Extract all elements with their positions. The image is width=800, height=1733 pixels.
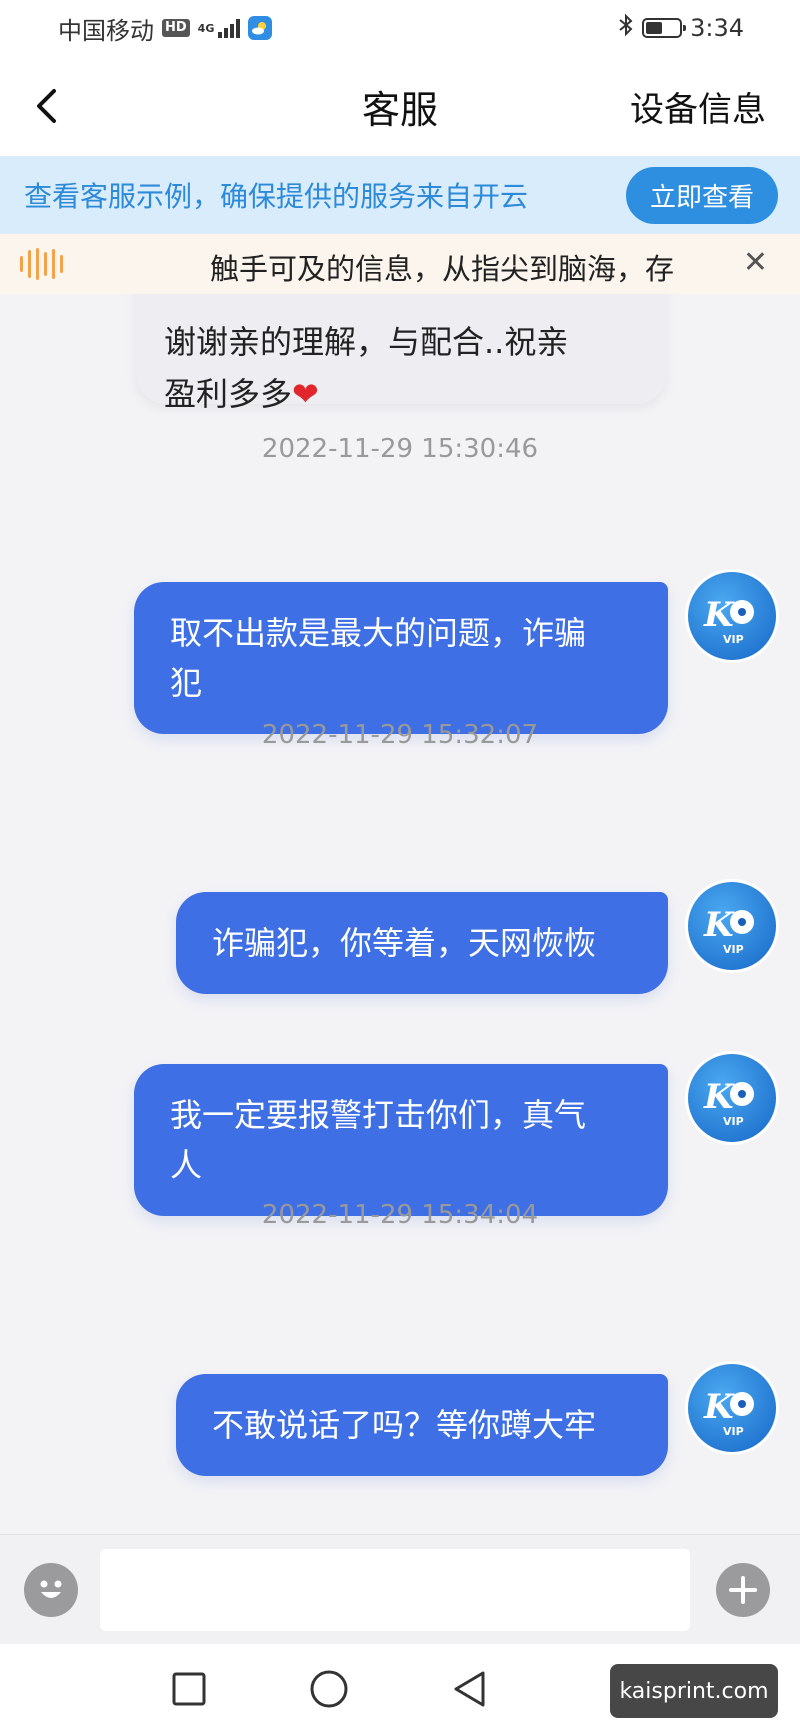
svg-text:VIP: VIP: [723, 943, 744, 956]
svg-text:K: K: [703, 1077, 735, 1117]
watermark: kaisprint.com: [610, 1664, 778, 1718]
back-button[interactable]: [24, 84, 68, 128]
header: 客服 设备信息: [0, 56, 800, 156]
outgoing-message: 不敢说话了吗？等你蹲大牢: [176, 1374, 668, 1476]
sound-wave-icon: [20, 248, 63, 280]
message-text: 盈利多多❤: [164, 368, 638, 420]
svg-text:VIP: VIP: [723, 1425, 744, 1438]
hd-badge: HD: [162, 19, 190, 37]
close-icon[interactable]: ✕: [743, 248, 768, 278]
chevron-left-icon: [37, 89, 56, 123]
message-text: 人: [170, 1146, 203, 1184]
announcement-text: 触手可及的信息，从指尖到脑海，存: [210, 252, 675, 286]
signal-icon: [217, 18, 240, 38]
timestamp: 2022-11-29 15:30:46: [261, 434, 539, 464]
message-text-part: 盈利多多: [164, 375, 293, 413]
svg-text:K: K: [703, 905, 735, 945]
weather-icon: [247, 16, 272, 40]
message-text: 谢谢亲的理解，与配合..祝亲: [164, 323, 569, 361]
svg-text:VIP: VIP: [723, 1115, 744, 1128]
outgoing-message: 我一定要报警打击你们，真气 人: [134, 1064, 668, 1216]
triangle-back-icon: [454, 1671, 485, 1707]
input-bar: [0, 1534, 800, 1644]
recent-apps-button[interactable]: [166, 1666, 212, 1712]
vip-logo-icon: K VIP: [703, 595, 754, 646]
chat-area[interactable]: 谢谢亲的理解，与配合..祝亲 盈利多多❤ 2022-11-29 15:30:46…: [0, 294, 800, 1534]
back-nav-button[interactable]: [446, 1666, 492, 1712]
outgoing-message: 取不出款是最大的问题，诈骗 犯: [134, 582, 668, 734]
more-options-button[interactable]: [716, 1563, 770, 1617]
square-icon: [172, 1672, 206, 1706]
page-title: 客服: [361, 87, 438, 132]
notice-banner: 查看客服示例，确保提供的服务来自开云 立即查看: [0, 156, 800, 234]
svg-text:K: K: [703, 1387, 735, 1427]
status-bar: 中国移动 HD 4G 3:34: [0, 0, 800, 56]
battery-icon: [642, 18, 687, 38]
device-info-button[interactable]: 设备信息: [630, 82, 766, 131]
bluetooth-icon: [618, 13, 634, 43]
announcement-bar: 触手可及的信息，从指尖到脑海，存 ✕: [0, 234, 800, 294]
avatar[interactable]: K VIP: [688, 882, 776, 970]
message-text: 诈骗犯，你等着，天网恢恢: [212, 924, 597, 962]
vip-logo-icon: K VIP: [703, 905, 754, 956]
outgoing-message: 诈骗犯，你等着，天网恢恢: [176, 892, 668, 994]
incoming-message: 谢谢亲的理解，与配合..祝亲 盈利多多❤: [136, 294, 666, 413]
svg-text:K: K: [703, 595, 735, 635]
network-badge: 4G: [197, 21, 215, 35]
timestamp: 2022-11-29 15:34:04: [261, 1200, 539, 1230]
timestamp: 2022-11-29 15:32:07: [261, 720, 539, 750]
avatar[interactable]: K VIP: [688, 572, 776, 660]
clock: 3:34: [690, 14, 744, 42]
circle-icon: [310, 1670, 348, 1708]
notice-text: 查看客服示例，确保提供的服务来自开云: [24, 180, 529, 213]
status-left: 中国移动 HD 4G: [58, 11, 272, 46]
avatar[interactable]: K VIP: [688, 1054, 776, 1142]
svg-text:VIP: VIP: [723, 633, 744, 646]
message-text: 犯: [170, 664, 203, 702]
vip-logo-icon: K VIP: [703, 1387, 754, 1438]
heart-icon: ❤: [292, 375, 319, 413]
emoji-button[interactable]: [24, 1563, 78, 1617]
message-text: 取不出款是最大的问题，诈骗: [170, 614, 587, 652]
status-right: 3:34: [618, 13, 744, 43]
message-input[interactable]: [100, 1549, 690, 1631]
vip-logo-icon: K VIP: [703, 1077, 754, 1128]
view-now-button[interactable]: 立即查看: [625, 166, 778, 224]
message-text: 不敢说话了吗？等你蹲大牢: [212, 1406, 597, 1444]
carrier-label: 中国移动: [58, 16, 154, 45]
home-button[interactable]: [306, 1666, 352, 1712]
avatar[interactable]: K VIP: [688, 1364, 776, 1452]
message-text: 我一定要报警打击你们，真气: [170, 1096, 587, 1134]
plus-icon: [729, 1576, 757, 1604]
smiley-icon: [40, 1580, 62, 1598]
